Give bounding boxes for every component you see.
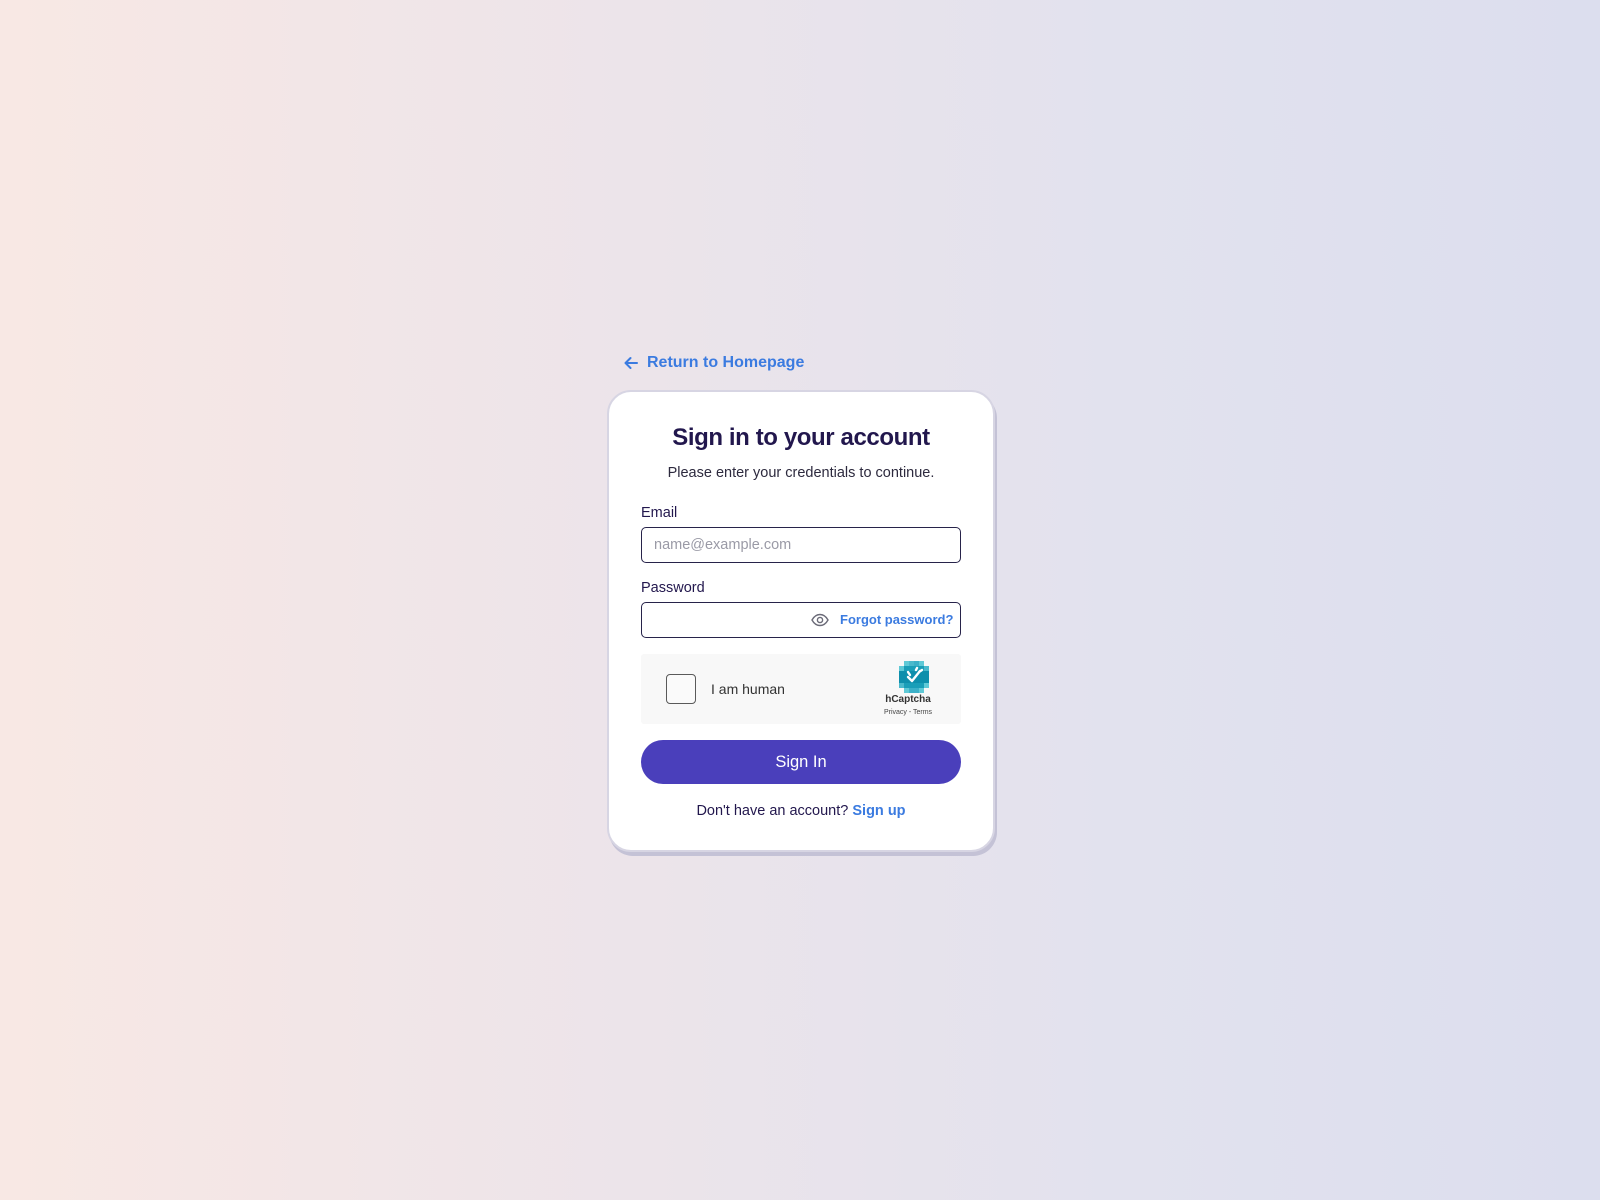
- captcha-terms-link[interactable]: Terms: [913, 709, 932, 716]
- captcha-brand: hCaptcha: [885, 694, 931, 705]
- captcha-privacy-link[interactable]: Privacy: [884, 709, 907, 716]
- signup-prompt-line: Don't have an account? Sign up: [641, 801, 961, 821]
- signin-card: Sign in to your account Please enter you…: [607, 390, 995, 852]
- page-title: Sign in to your account: [672, 424, 930, 451]
- arrow-left-icon: [624, 357, 638, 369]
- captcha-links: Privacy - Terms: [876, 708, 940, 718]
- eye-icon[interactable]: [811, 612, 829, 628]
- return-to-homepage-label: Return to Homepage: [647, 354, 805, 371]
- hcaptcha-hand-icon: [899, 661, 929, 693]
- email-label: Email: [641, 505, 678, 521]
- password-field: Forgot password?: [641, 602, 961, 638]
- sign-up-link[interactable]: Sign up: [852, 803, 905, 819]
- captcha-label: I am human: [711, 681, 785, 697]
- captcha-checkbox[interactable]: [666, 674, 696, 704]
- forgot-password-link[interactable]: Forgot password?: [840, 611, 953, 629]
- email-input[interactable]: [641, 527, 961, 563]
- hcaptcha-widget: I am human hCaptcha Privacy - Terms: [641, 654, 961, 724]
- return-to-homepage-link[interactable]: Return to Homepage: [623, 350, 804, 376]
- page-subtitle: Please enter your credentials to continu…: [667, 465, 935, 481]
- login-container: Return to Homepage Sign in to your accou…: [607, 350, 995, 852]
- sign-in-button[interactable]: Sign In: [641, 740, 961, 784]
- password-label: Password: [641, 580, 705, 596]
- signup-prompt: Don't have an account?: [696, 803, 849, 819]
